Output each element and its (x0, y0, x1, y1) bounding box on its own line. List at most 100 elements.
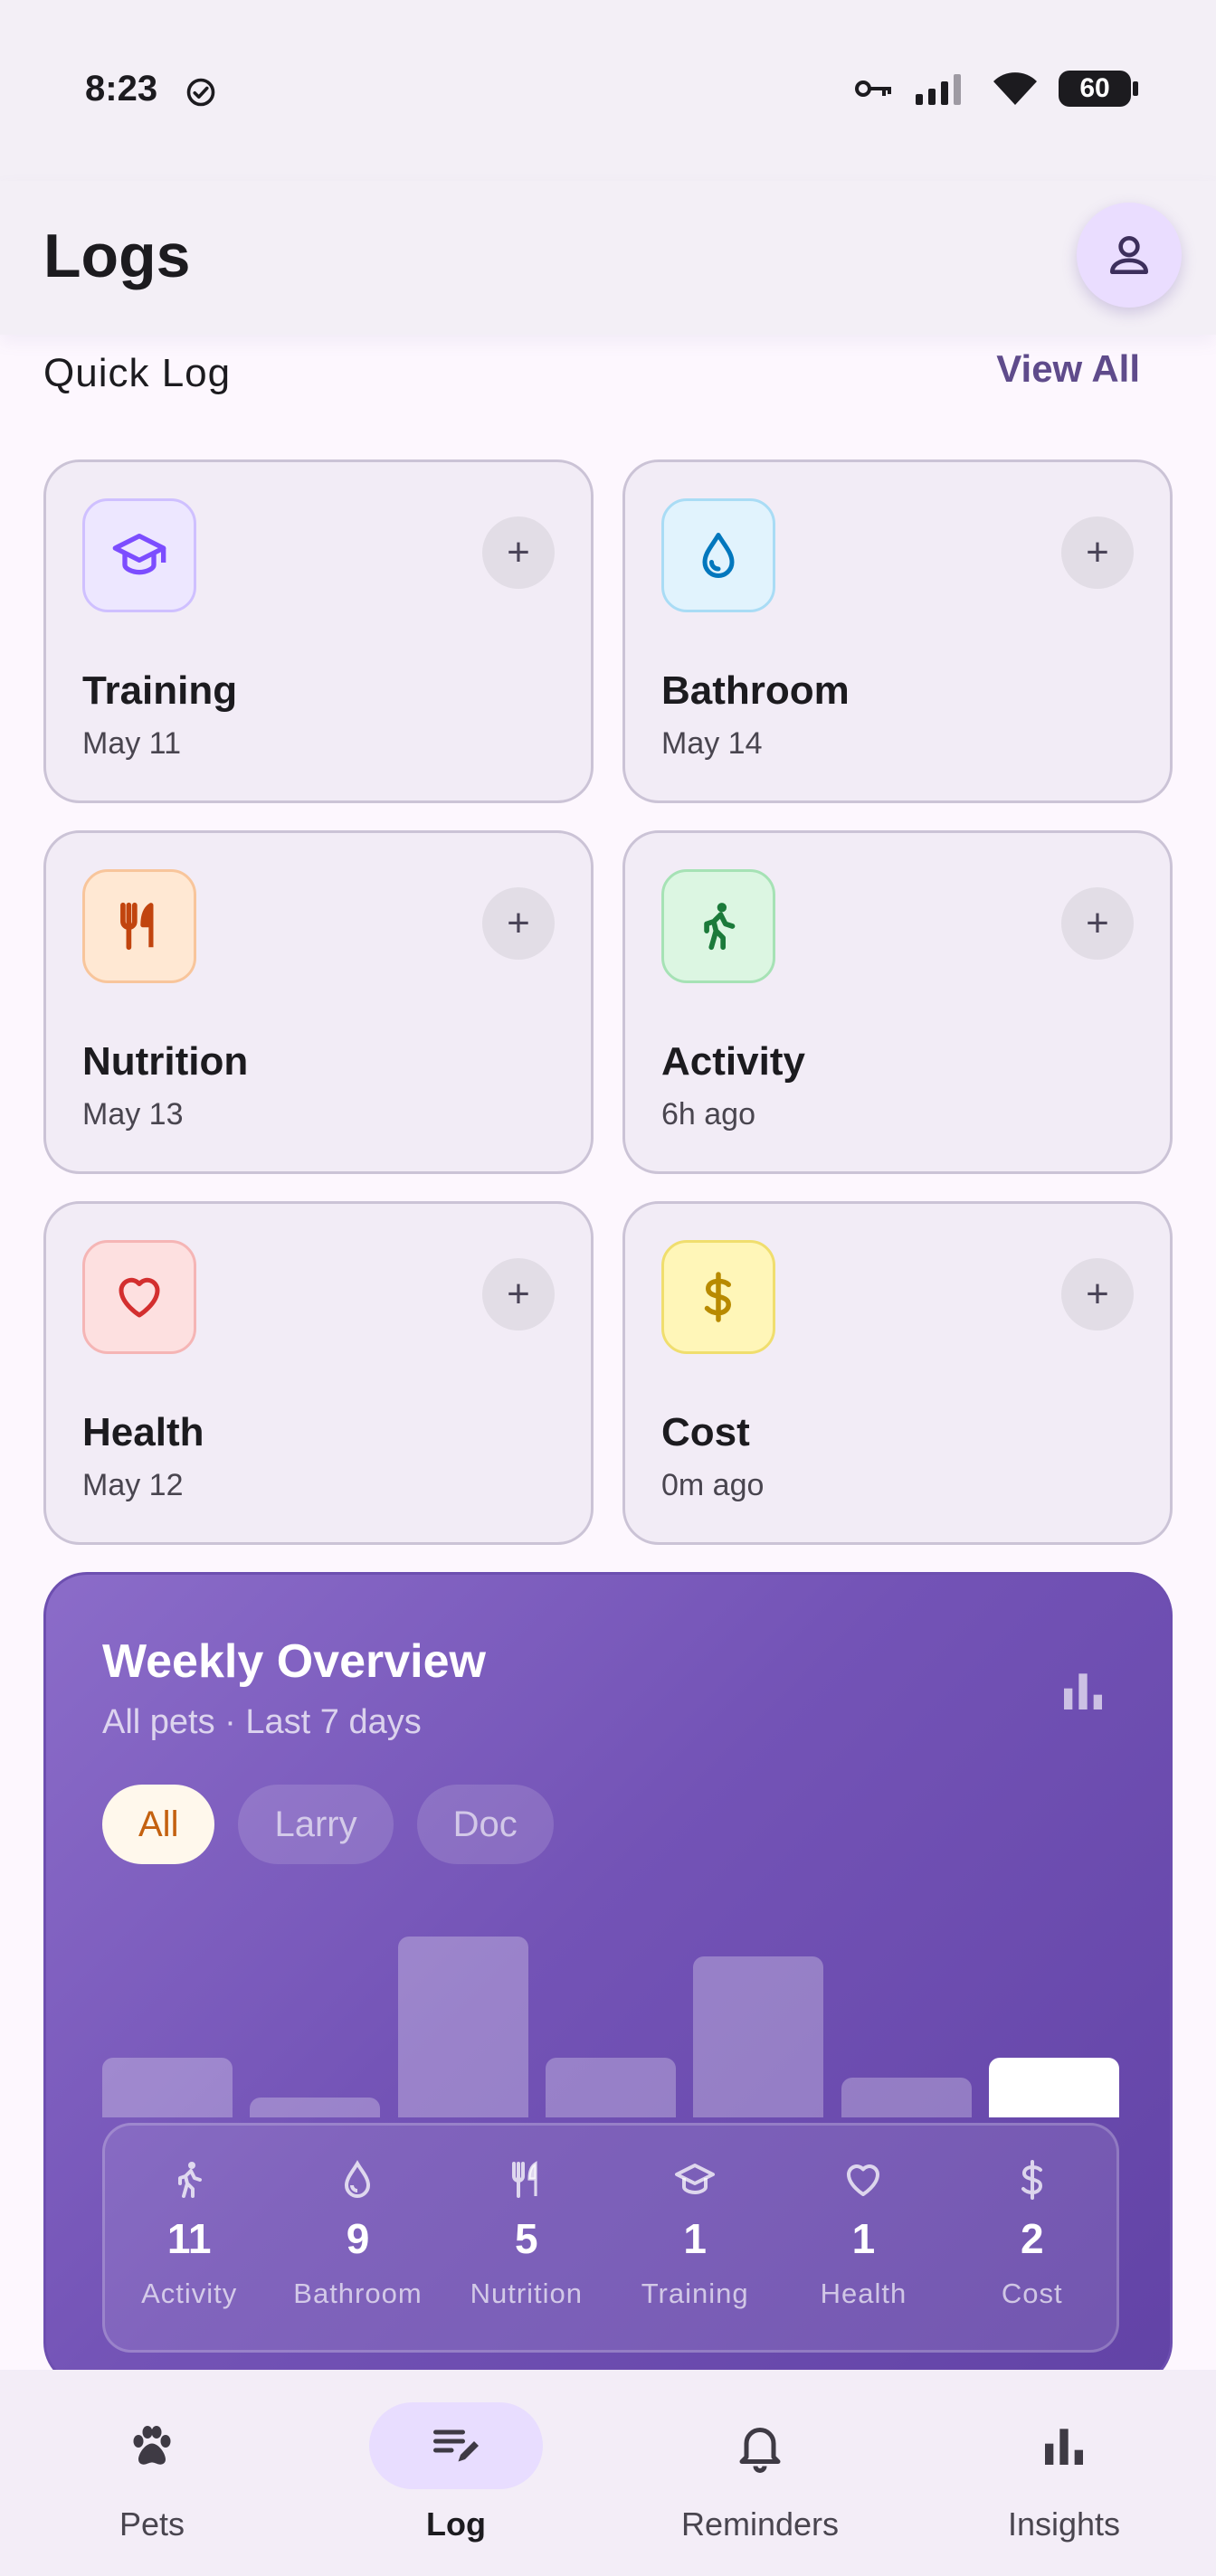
stat-nutrition: 5 Nutrition (442, 2126, 611, 2350)
chip-larry[interactable]: Larry (238, 1785, 394, 1864)
page-title: Logs (43, 222, 191, 290)
training-icon-box (82, 498, 196, 612)
card-title: Training (82, 668, 238, 713)
nav-pets[interactable]: Pets (16, 2402, 288, 2543)
card-title: Bathroom (661, 668, 850, 713)
activity-icon-box (661, 869, 775, 983)
weekly-overview-card[interactable]: Weekly Overview All pets · Last 7 days A… (43, 1572, 1173, 2386)
cost-icon-box (661, 1240, 775, 1354)
stat-value: 5 (515, 2215, 538, 2262)
chip-doc[interactable]: Doc (416, 1785, 554, 1864)
card-last-logged: May 11 (82, 726, 181, 761)
dollar-icon (1021, 2160, 1042, 2200)
card-title: Cost (661, 1410, 750, 1454)
weekly-bar (546, 2058, 676, 2117)
stat-label: Activity (141, 2278, 238, 2309)
stat-value: 2 (1021, 2215, 1044, 2262)
add-bathroom-button[interactable]: + (1061, 516, 1134, 589)
weekly-bar (397, 1937, 528, 2117)
vpn-key-icon (855, 80, 891, 97)
card-last-logged: 6h ago (661, 1097, 755, 1132)
add-health-button[interactable]: + (482, 1258, 555, 1331)
chip-all[interactable]: All (102, 1785, 215, 1864)
stat-value: 1 (851, 2215, 876, 2262)
weekly-bar (693, 1956, 824, 2117)
walking-person-icon (704, 903, 736, 951)
heart-icon (119, 1277, 160, 1318)
stat-label: Training (641, 2278, 749, 2309)
paw-icon (133, 2426, 171, 2465)
battery-level: 60 (1079, 73, 1110, 103)
pet-filter-chips: All Larry Doc (102, 1785, 554, 1864)
walking-person-icon (178, 2162, 203, 2198)
profile-button[interactable] (1077, 203, 1182, 308)
wifi-icon (993, 72, 1037, 105)
weekly-bar-chart (102, 1891, 1119, 2117)
quick-log-title: Quick Log (43, 351, 232, 395)
quick-log-card-training[interactable]: + Training May 11 (43, 459, 594, 803)
person-icon (1110, 236, 1148, 274)
water-drop-icon (345, 2160, 371, 2198)
nav-label: Reminders (680, 2505, 840, 2543)
add-training-button[interactable]: + (482, 516, 555, 589)
card-last-logged: 0m ago (661, 1468, 765, 1502)
bathroom-icon-box (661, 498, 775, 612)
stat-value: 9 (346, 2215, 370, 2262)
quick-log-card-bathroom[interactable]: + Bathroom May 14 (622, 459, 1173, 803)
water-drop-icon (702, 533, 735, 578)
stat-health: 1 Health (779, 2126, 947, 2350)
heart-icon (847, 2164, 880, 2196)
quick-log-card-nutrition[interactable]: + Nutrition May 13 (43, 830, 594, 1174)
card-title: Activity (661, 1039, 805, 1084)
overview-subtitle: All pets · Last 7 days (102, 1703, 422, 1741)
nav-reminders-pill (673, 2402, 847, 2489)
stat-label: Nutrition (470, 2278, 584, 2309)
status-time: 8:23 (85, 69, 158, 109)
health-icon-box (82, 1240, 196, 1354)
card-last-logged: May 14 (661, 726, 763, 761)
card-last-logged: May 12 (82, 1468, 184, 1502)
stat-bathroom: 9 Bathroom (273, 2126, 442, 2350)
nav-insights[interactable]: Insights (928, 2402, 1200, 2543)
stat-value: 11 (166, 2215, 212, 2262)
card-title: Nutrition (82, 1039, 249, 1084)
quick-log-card-activity[interactable]: + Activity 6h ago (622, 830, 1173, 1174)
nav-log[interactable]: Log (320, 2402, 592, 2543)
bar-chart-icon[interactable] (1058, 1665, 1108, 1716)
weekly-bar (841, 2078, 972, 2117)
edit-list-icon (433, 2429, 479, 2462)
add-activity-button[interactable]: + (1061, 887, 1134, 960)
fork-knife-icon (511, 2161, 537, 2198)
battery-indicator: 60 (1059, 71, 1138, 107)
view-all-link[interactable]: View All (996, 347, 1140, 391)
add-cost-button[interactable]: + (1061, 1258, 1134, 1331)
stat-activity: 11 Activity (105, 2126, 273, 2350)
graduation-cap-icon (675, 2164, 716, 2195)
add-nutrition-button[interactable]: + (482, 887, 555, 960)
nav-label: Insights (1007, 2505, 1121, 2543)
stat-cost: 2 Cost (948, 2126, 1116, 2350)
nav-insights-pill (977, 2402, 1151, 2489)
nav-reminders[interactable]: Reminders (624, 2402, 896, 2543)
card-last-logged: May 13 (82, 1097, 184, 1132)
nav-pets-pill (65, 2402, 239, 2489)
stat-label: Cost (1001, 2278, 1063, 2309)
graduation-cap-icon (112, 534, 166, 575)
nav-label: Log (426, 2505, 486, 2543)
check-circle-icon (186, 78, 215, 107)
quick-log-card-cost[interactable]: + Cost 0m ago (622, 1201, 1173, 1545)
weekly-bar (250, 2098, 381, 2117)
stat-label: Bathroom (293, 2278, 423, 2309)
stat-value: 1 (683, 2215, 707, 2262)
card-title: Health (82, 1410, 204, 1454)
nutrition-icon-box (82, 869, 196, 983)
fork-knife-icon (120, 902, 154, 951)
app-header: Logs (0, 181, 1216, 335)
nav-log-pill (369, 2402, 543, 2489)
bell-icon (739, 2428, 781, 2473)
bottom-navigation: Pets Log Reminders Insights (0, 2370, 1216, 2576)
bar-chart-icon (1045, 2429, 1083, 2465)
stat-label: Health (820, 2278, 907, 2309)
quick-log-card-health[interactable]: + Health May 12 (43, 1201, 594, 1545)
overview-title: Weekly Overview (102, 1635, 486, 1688)
